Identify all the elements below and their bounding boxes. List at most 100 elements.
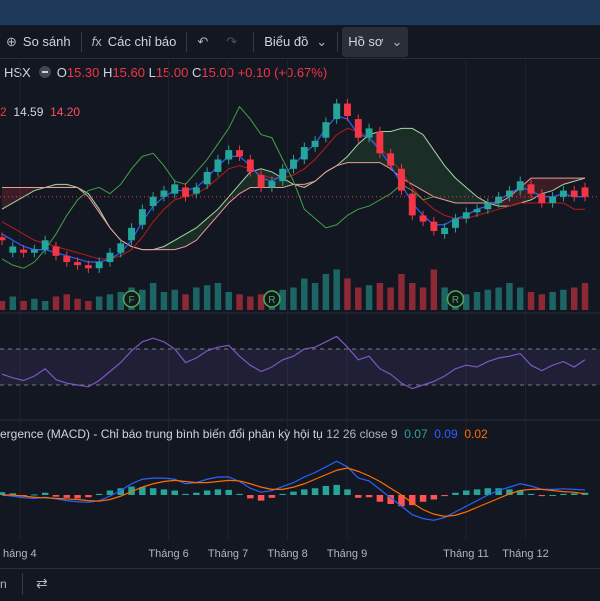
macd-histogram-bar xyxy=(203,490,211,495)
volume-bar xyxy=(203,285,211,310)
volume-bar xyxy=(193,287,200,310)
candle-body xyxy=(128,227,136,241)
volume-bar xyxy=(247,296,254,310)
macd-signal-value: 0.02 xyxy=(464,427,488,441)
volume-bar xyxy=(344,278,351,310)
candle-body xyxy=(300,147,308,160)
candle-body xyxy=(505,190,513,197)
volume-bar xyxy=(398,274,405,310)
volume-bar xyxy=(560,289,567,310)
chart-canvas[interactable]: F R Rháng 4 Tháng 6 Tháng 7 Tháng 8 Tháng 9 Thá… xyxy=(0,0,600,568)
event-marker-label: F xyxy=(129,295,135,306)
bottom-bar: n ⇄ xyxy=(0,568,600,601)
candle-body xyxy=(322,122,330,138)
volume-bar xyxy=(484,289,492,310)
candle-body xyxy=(20,249,28,253)
candle-body xyxy=(257,175,265,188)
candle-body xyxy=(182,187,189,197)
x-axis-tick-label: háng 4 xyxy=(3,548,37,560)
candle-body xyxy=(570,190,578,197)
volume-bar xyxy=(31,298,38,310)
macd-histogram-bar xyxy=(365,495,373,498)
candle-body xyxy=(52,246,60,256)
volume-bar xyxy=(63,294,71,310)
candle-body xyxy=(311,140,319,148)
candle-body xyxy=(344,103,351,116)
candle-body xyxy=(160,190,168,197)
macd-histogram-bar xyxy=(376,495,384,502)
ichimoku-cloud-segment xyxy=(423,134,434,197)
candle-body xyxy=(268,181,276,188)
volume-bar xyxy=(581,283,589,310)
volume-bar xyxy=(106,294,114,310)
x-axis-tick-label: Tháng 7 xyxy=(208,548,248,560)
macd-histogram-bar xyxy=(85,495,92,498)
volume-bar xyxy=(9,296,17,310)
bottom-divider xyxy=(22,573,23,595)
volume-bar xyxy=(355,287,362,310)
volume-bar xyxy=(419,287,427,310)
candle-body xyxy=(246,159,254,172)
candle-body xyxy=(95,262,103,269)
volume-bar xyxy=(495,287,502,310)
macd-histogram-bar xyxy=(560,493,567,495)
macd-histogram-bar xyxy=(311,488,319,495)
candle-body xyxy=(192,187,200,194)
event-marker-label: R xyxy=(268,295,275,306)
macd-histogram-bar xyxy=(290,491,297,495)
candle-body xyxy=(473,209,481,213)
macd-histogram-bar xyxy=(182,493,189,495)
ichimoku-cloud-segment xyxy=(207,209,218,228)
volume-bar xyxy=(290,287,297,310)
volume-bar xyxy=(41,301,49,310)
candle-body xyxy=(430,221,438,231)
candle-body xyxy=(9,246,17,253)
volume-bar xyxy=(538,294,546,310)
ichimoku-conversion-line xyxy=(1,115,585,263)
candle-body xyxy=(117,243,125,253)
candle-body xyxy=(171,184,179,194)
macd-params: 12 26 close 9 xyxy=(326,427,398,441)
candle-body xyxy=(354,119,362,138)
macd-histogram-bar xyxy=(344,489,351,495)
candle-body xyxy=(106,252,114,263)
macd-histogram-bar xyxy=(225,489,232,495)
macd-histogram-bar xyxy=(279,493,286,495)
candle-body xyxy=(376,131,384,154)
macd-histogram-bar xyxy=(31,494,38,496)
volume-bar xyxy=(473,292,481,310)
macd-histogram-bar xyxy=(52,495,60,497)
volume-bar xyxy=(409,283,416,310)
candle-body xyxy=(365,128,373,138)
macd-histogram-bar xyxy=(171,490,178,495)
macd-histogram-bar xyxy=(549,495,556,496)
candle-body xyxy=(516,181,524,191)
macd-histogram-bar xyxy=(63,495,71,498)
candle-body xyxy=(484,202,492,210)
macd-histogram-bar xyxy=(322,486,330,495)
volume-bar xyxy=(171,289,178,310)
ichimoku-cloud-segment xyxy=(455,178,467,203)
candle-body xyxy=(527,184,535,194)
ichimoku-cloud-segment xyxy=(552,178,564,191)
candle-body xyxy=(451,218,459,228)
volume-bar xyxy=(376,283,384,310)
volume-bar xyxy=(387,287,394,310)
volume-bar xyxy=(160,292,168,310)
candle-body xyxy=(408,193,416,216)
volume-bar xyxy=(257,294,265,310)
replay-icon[interactable]: ⇄ xyxy=(36,575,48,592)
macd-histogram-bar xyxy=(247,495,254,499)
candle-body xyxy=(149,196,157,207)
volume-bar xyxy=(365,285,373,310)
candle-body xyxy=(0,237,6,241)
volume-bar xyxy=(20,301,27,310)
volume-bar xyxy=(149,283,157,310)
macd-title: ergence (MACD) - Chỉ báo trung bình biến… xyxy=(0,427,323,441)
volume-bar xyxy=(95,296,103,310)
volume-bar xyxy=(570,287,578,310)
volume-bar xyxy=(214,283,222,310)
volume-bar xyxy=(549,292,556,310)
ichimoku-cloud-segment xyxy=(12,187,24,203)
candle-body xyxy=(581,187,589,197)
